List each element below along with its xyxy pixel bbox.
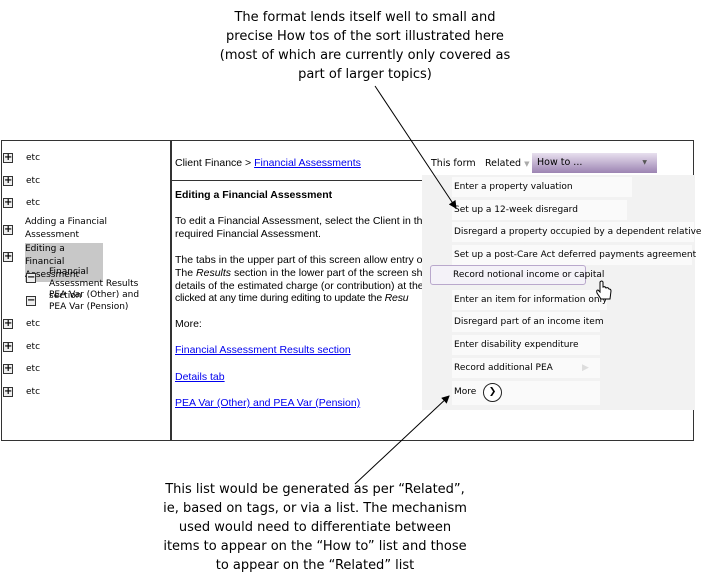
annotation-arrows (354, 85, 612, 485)
paragraph-line: clicked at any time during editing to up… (175, 292, 409, 305)
text-emphasis: Resu (384, 292, 409, 304)
hand-cursor-icon (596, 280, 612, 300)
arrow-to-menu (354, 395, 450, 485)
text: clicked at any time during editing to up… (175, 292, 385, 304)
arrow-to-menu-item (374, 85, 457, 209)
